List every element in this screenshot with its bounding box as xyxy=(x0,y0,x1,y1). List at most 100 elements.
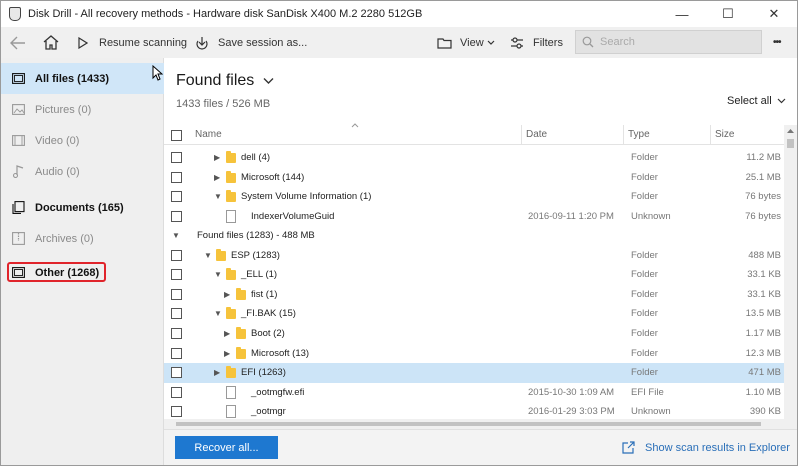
row-checkbox[interactable] xyxy=(171,191,182,203)
folder-icon xyxy=(226,307,236,320)
sidebar-item-archives[interactable]: Archives (0) xyxy=(1,223,164,254)
expand-arrow-icon[interactable]: ▼ xyxy=(172,226,180,246)
collapse-arrow-icon[interactable]: ▼ xyxy=(214,187,222,207)
table-row[interactable]: ▶ fist (1) Folder 33.1 KB xyxy=(164,285,784,305)
select-all-dropdown[interactable]: Select all xyxy=(727,95,786,107)
row-checkbox[interactable] xyxy=(171,288,182,300)
row-checkbox[interactable] xyxy=(171,171,182,183)
column-date[interactable]: Date xyxy=(526,125,547,145)
row-checkbox[interactable] xyxy=(171,327,182,339)
file-type: EFI File xyxy=(631,386,664,398)
table-row[interactable]: ▼ _ELL (1) Folder 33.1 KB xyxy=(164,265,784,285)
audio-icon xyxy=(12,165,25,178)
expand-arrow-icon[interactable]: ▶ xyxy=(224,324,230,344)
resume-scanning-label: Resume scanning xyxy=(99,36,188,49)
file-size: 25.1 MB xyxy=(745,171,781,183)
table-row[interactable]: IndexerVolumeGuid 2016-09-11 1:20 PM Unkno… xyxy=(164,207,784,227)
file-type: Folder xyxy=(631,347,658,359)
file-icon xyxy=(226,385,236,399)
back-button[interactable] xyxy=(10,27,26,58)
row-checkbox[interactable] xyxy=(171,347,182,359)
row-checkbox[interactable] xyxy=(171,406,182,418)
row-checkbox[interactable] xyxy=(171,210,182,222)
toolbar: Resume scanning Save session as... View … xyxy=(1,27,797,58)
minimize-button[interactable]: — xyxy=(659,1,705,27)
found-files-dropdown[interactable]: Found files xyxy=(176,72,274,90)
search-box[interactable] xyxy=(575,30,762,54)
table-row[interactable]: ▼ System Volume Information (1) Folder 76 b… xyxy=(164,187,784,207)
row-checkbox[interactable] xyxy=(171,386,182,398)
view-dropdown[interactable]: View xyxy=(437,27,495,58)
row-checkbox[interactable] xyxy=(171,152,182,163)
filters-icon xyxy=(511,36,523,49)
column-separator[interactable] xyxy=(710,125,711,145)
home-button[interactable] xyxy=(43,27,59,58)
resume-scanning-button[interactable]: Resume scanning xyxy=(78,27,187,58)
folder-icon xyxy=(226,366,236,379)
file-type: Folder xyxy=(631,249,658,261)
table-row[interactable]: ▶ EFI (1263) Folder 471 MB xyxy=(164,363,784,383)
row-checkbox[interactable] xyxy=(171,269,182,281)
select-all-label: Select all xyxy=(727,95,772,107)
folder-icon xyxy=(226,151,236,163)
scrollbar-thumb[interactable] xyxy=(787,139,794,148)
column-size[interactable]: Size xyxy=(715,125,734,145)
chevron-down-icon xyxy=(263,78,274,84)
file-type: Folder xyxy=(631,327,658,339)
show-in-explorer-link[interactable]: Show scan results in Explorer xyxy=(622,441,790,454)
row-checkbox[interactable] xyxy=(171,308,182,320)
vertical-scrollbar[interactable] xyxy=(784,125,797,465)
sidebar-item-all-files[interactable]: All files (1433) xyxy=(1,63,164,94)
file-size: 76 bytes xyxy=(745,191,781,203)
expand-arrow-icon[interactable]: ▶ xyxy=(224,344,230,364)
file-name: _ootmgfw.efi xyxy=(251,386,305,398)
expand-arrow-icon[interactable]: ▶ xyxy=(224,285,230,305)
chevron-down-icon xyxy=(777,98,786,104)
column-separator[interactable] xyxy=(521,125,522,145)
file-name: Microsoft (144) xyxy=(241,171,305,183)
save-session-button[interactable]: Save session as... xyxy=(195,27,307,58)
sidebar-item-documents[interactable]: Documents (165) xyxy=(1,192,164,223)
search-input[interactable] xyxy=(600,36,750,48)
maximize-button[interactable]: ☐ xyxy=(705,1,751,27)
expand-arrow-icon[interactable]: ▶ xyxy=(214,148,220,168)
select-all-checkbox[interactable] xyxy=(171,130,182,141)
sidebar-item-audio[interactable]: Audio (0) xyxy=(1,156,164,187)
close-button[interactable]: ✕ xyxy=(751,1,797,27)
table-row[interactable]: ▼ _FI.BAK (15) Folder 13.5 MB xyxy=(164,304,784,324)
row-checkbox[interactable] xyxy=(171,249,182,261)
sidebar-item-label: Audio (0) xyxy=(35,165,80,178)
file-size: 488 MB xyxy=(748,249,781,261)
more-options-button[interactable]: ••• xyxy=(773,27,781,58)
file-size: 11.2 MB xyxy=(746,152,781,163)
horizontal-scrollbar[interactable] xyxy=(164,419,784,429)
row-checkbox[interactable] xyxy=(171,367,182,379)
table-row[interactable]: ▶ Microsoft (144) Folder 25.1 MB xyxy=(164,168,784,188)
file-name: EFI (1263) xyxy=(241,367,286,379)
table-row[interactable]: ▶ Boot (2) Folder 1.17 MB xyxy=(164,324,784,344)
sidebar-item-pictures[interactable]: Pictures (0) xyxy=(1,94,164,125)
sidebar-item-video[interactable]: Video (0) xyxy=(1,125,164,156)
expand-arrow-icon[interactable]: ▶ xyxy=(214,363,220,383)
table-row[interactable]: ▼ ESP (1283) Folder 488 MB xyxy=(164,246,784,266)
file-name: Boot (2) xyxy=(251,327,285,339)
column-name[interactable]: Name xyxy=(195,125,222,145)
file-icon xyxy=(226,405,236,419)
collapse-arrow-icon[interactable]: ▼ xyxy=(204,246,212,266)
table-row[interactable]: _ootmgfw.efi 2015-10-30 1:09 AM EFI File 1.… xyxy=(164,383,784,403)
table-row[interactable]: ▶ Microsoft (13) Folder 12.3 MB xyxy=(164,344,784,364)
table-row[interactable]: ▶ dell (4) Folder 11.2 MB xyxy=(164,148,784,168)
sidebar-item-label: Documents (165) xyxy=(35,201,124,214)
open-external-icon xyxy=(622,441,635,454)
collapse-arrow-icon[interactable]: ▼ xyxy=(214,304,222,324)
file-size: 76 bytes xyxy=(745,210,781,222)
expand-arrow-icon[interactable]: ▶ xyxy=(214,168,220,188)
group-header-row[interactable]: ▼ Found files (1283) - 488 MB xyxy=(164,226,784,246)
recover-all-button[interactable]: Recover all... xyxy=(175,436,278,459)
collapse-arrow-icon[interactable]: ▼ xyxy=(214,265,222,285)
window-title: Disk Drill - All recovery methods - Hard… xyxy=(28,8,423,20)
filters-button[interactable]: Filters xyxy=(510,27,563,58)
column-separator[interactable] xyxy=(623,125,624,145)
column-type[interactable]: Type xyxy=(628,125,650,145)
horizontal-scrollbar-thumb[interactable] xyxy=(176,422,761,426)
